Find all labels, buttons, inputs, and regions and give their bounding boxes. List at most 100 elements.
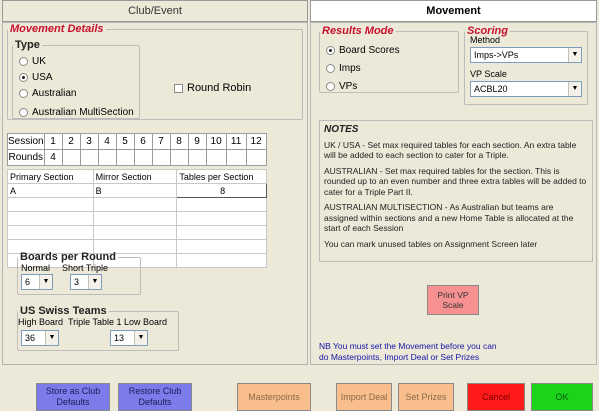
type-group: Type UK USA Australian Australian MultiS… xyxy=(12,39,140,119)
session-label: Session xyxy=(7,133,45,150)
type-option-uk[interactable]: UK xyxy=(19,53,134,69)
table-row xyxy=(7,225,267,240)
session-cell: 10 xyxy=(205,133,227,150)
session-cell: 5 xyxy=(115,133,135,150)
triple-low-board-select[interactable]: 13 ▼ xyxy=(110,330,148,346)
session-cell: 6 xyxy=(133,133,153,150)
results-option-board-scores[interactable]: Board Scores xyxy=(326,41,400,59)
tab-movement[interactable]: Movement xyxy=(310,0,597,22)
rounds-cell[interactable] xyxy=(169,149,189,166)
results-option-imps[interactable]: Imps xyxy=(326,59,400,77)
checkbox-icon xyxy=(174,83,183,93)
chevron-down-icon: ▼ xyxy=(45,331,58,345)
vp-scale-label: VP Scale xyxy=(470,69,507,79)
table-row xyxy=(7,197,267,212)
rounds-cell[interactable] xyxy=(97,149,117,166)
mirror-section-cell[interactable] xyxy=(92,225,178,240)
vp-scale-select[interactable]: ACBL20 ▼ xyxy=(470,81,582,97)
type-option-australian[interactable]: Australian xyxy=(19,85,134,101)
short-triple-boards-select[interactable]: 3 ▼ xyxy=(70,274,102,290)
primary-section-cell[interactable] xyxy=(7,225,94,240)
rounds-cell[interactable] xyxy=(133,149,153,166)
radio-selected-icon xyxy=(326,45,335,55)
mirror-section-header: Mirror Section xyxy=(92,169,178,184)
rounds-cell[interactable] xyxy=(205,149,227,166)
notes-paragraph: UK / USA - Set max required tables for e… xyxy=(324,139,577,161)
table-row: A B 8 xyxy=(7,183,267,198)
radio-icon xyxy=(326,63,335,73)
mirror-section-cell[interactable] xyxy=(92,211,178,226)
rounds-cell[interactable] xyxy=(225,149,247,166)
us-swiss-teams-legend: US Swiss Teams xyxy=(20,305,107,317)
scoring-group: Scoring Method Imps->VPs ▼ VP Scale ACBL… xyxy=(464,25,588,105)
rounds-cell[interactable] xyxy=(187,149,207,166)
primary-section-cell[interactable]: A xyxy=(7,183,94,198)
set-prizes-button[interactable]: Set Prizes xyxy=(398,383,454,411)
mirror-section-cell[interactable]: B xyxy=(92,183,178,198)
results-mode-group: Results Mode Board Scores Imps VPs xyxy=(319,25,459,93)
session-cell: 3 xyxy=(79,133,99,150)
rounds-label: Rounds xyxy=(7,149,45,166)
normal-boards-select[interactable]: 6 ▼ xyxy=(21,274,53,290)
session-cell: 1 xyxy=(43,133,63,150)
rounds-cell[interactable]: 4 xyxy=(43,149,63,166)
rounds-cell[interactable] xyxy=(79,149,99,166)
radio-icon xyxy=(19,56,28,66)
movement-details-group: Movement Details Type UK USA Australian … xyxy=(7,23,303,120)
tables-per-section-cell[interactable] xyxy=(176,225,267,240)
rounds-cell[interactable] xyxy=(151,149,171,166)
chevron-down-icon: ▼ xyxy=(39,275,52,289)
rounds-cell[interactable] xyxy=(61,149,81,166)
radio-selected-icon xyxy=(19,72,28,82)
tab-club-event[interactable]: Club/Event xyxy=(2,0,308,22)
notes-paragraph: You can mark unused tables on Assignment… xyxy=(324,238,538,249)
round-robin-label: Round Robin xyxy=(187,82,252,94)
tables-per-section-cell[interactable] xyxy=(176,197,267,212)
session-cell: 4 xyxy=(97,133,117,150)
tables-per-section-cell[interactable] xyxy=(176,239,267,254)
ok-button[interactable]: OK xyxy=(531,383,593,411)
boards-per-round-legend: Boards per Round xyxy=(20,251,116,263)
method-select[interactable]: Imps->VPs ▼ xyxy=(470,47,582,63)
tables-per-section-header: Tables per Section xyxy=(176,169,267,184)
type-option-australian-multisection[interactable]: Australian MultiSection xyxy=(19,104,134,120)
notes-paragraph: AUSTRALIAN MULTISECTION - As Australian … xyxy=(324,202,574,233)
chevron-down-icon: ▼ xyxy=(88,275,101,289)
radio-icon xyxy=(19,88,28,98)
mirror-section-cell[interactable] xyxy=(92,197,178,212)
notes-title: NOTES xyxy=(324,124,359,135)
results-option-vps[interactable]: VPs xyxy=(326,77,400,95)
chevron-down-icon: ▼ xyxy=(134,331,147,345)
table-row xyxy=(7,211,267,226)
restore-club-defaults-button[interactable]: Restore Club Defaults xyxy=(118,383,192,411)
rounds-cell[interactable] xyxy=(245,149,267,166)
tables-per-section-cell[interactable] xyxy=(176,211,267,226)
triple-low-board-label: Triple Table 1 Low Board xyxy=(68,317,168,327)
notes-panel: NOTES UK / USA - Set max required tables… xyxy=(319,120,593,262)
session-grid: Session 1 2 3 4 5 6 7 8 9 10 11 12 Round… xyxy=(7,133,267,166)
high-board-select[interactable]: 36 ▼ xyxy=(21,330,59,346)
tables-per-section-cell[interactable] xyxy=(176,253,267,268)
tables-per-section-cell[interactable]: 8 xyxy=(176,183,267,198)
cancel-button[interactable]: Cancel xyxy=(467,383,525,411)
chevron-down-icon: ▼ xyxy=(568,82,581,96)
store-club-defaults-button[interactable]: Store as Club Defaults xyxy=(36,383,110,411)
type-option-usa[interactable]: USA xyxy=(19,69,134,85)
radio-icon xyxy=(326,81,335,91)
radio-icon xyxy=(19,107,28,117)
session-cell: 12 xyxy=(245,133,267,150)
primary-section-header: Primary Section xyxy=(7,169,94,184)
masterpoints-button[interactable]: Masterpoints xyxy=(237,383,311,411)
round-robin-checkbox[interactable]: Round Robin xyxy=(174,80,251,96)
session-cell: 8 xyxy=(169,133,189,150)
movement-details-legend: Movement Details xyxy=(10,23,104,35)
primary-section-cell[interactable] xyxy=(7,197,94,212)
print-vp-scale-button[interactable]: Print VP Scale xyxy=(427,285,479,315)
primary-section-cell[interactable] xyxy=(7,211,94,226)
movement-warning: NB You must set the Movement before you … xyxy=(319,341,497,362)
rounds-cell[interactable] xyxy=(115,149,135,166)
session-cell: 2 xyxy=(61,133,81,150)
import-deal-button[interactable]: Import Deal xyxy=(336,383,392,411)
short-triple-label: Short Triple xyxy=(62,263,109,273)
session-cell: 9 xyxy=(187,133,207,150)
